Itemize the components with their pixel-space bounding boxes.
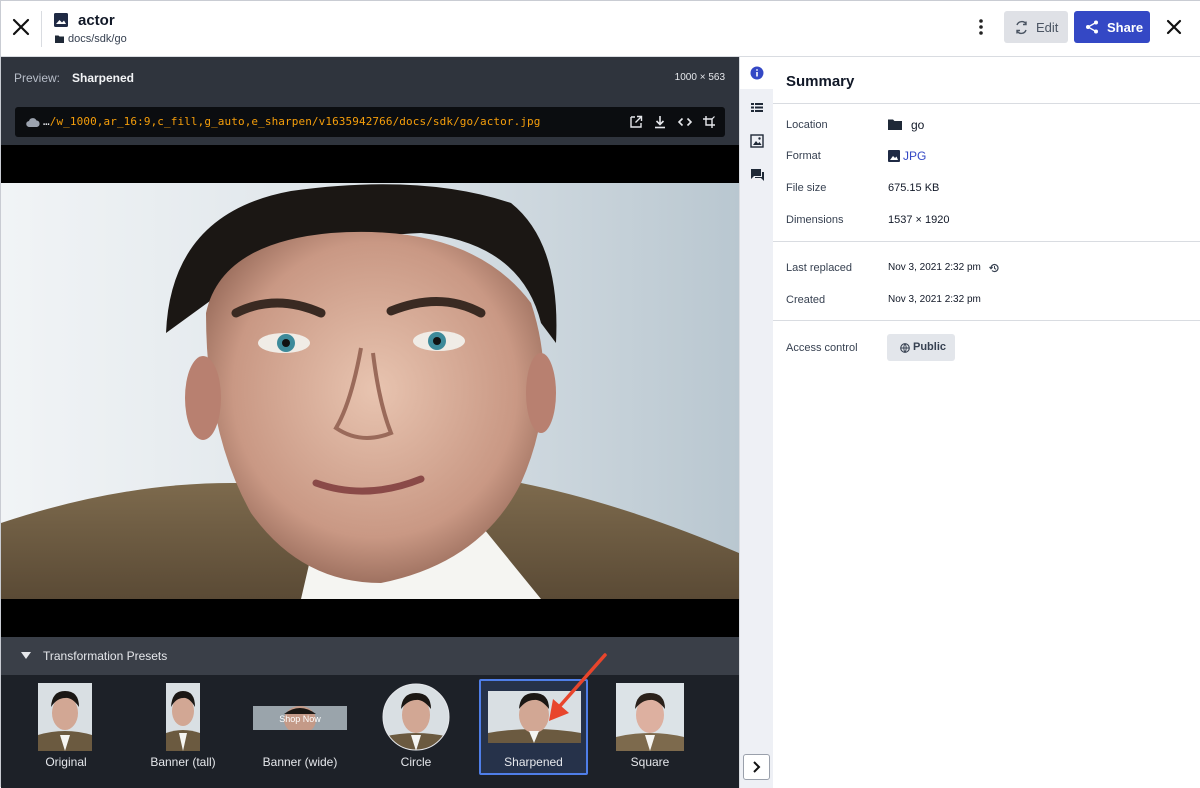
share-icon	[1086, 20, 1098, 34]
image-analysis-icon	[750, 134, 764, 148]
folder-icon	[55, 35, 64, 43]
preset-thumbnail	[38, 683, 92, 751]
url-prefix: …	[43, 115, 50, 128]
header-bar: actor docs/sdk/go Edit Share	[1, 1, 1200, 57]
created-value: Nov 3, 2021 2:32 pm	[888, 294, 981, 305]
cloud-icon	[26, 118, 40, 127]
preset-label: Banner (wide)	[262, 755, 338, 769]
chevron-right-icon	[753, 761, 761, 773]
asset-path: docs/sdk/go	[68, 33, 127, 45]
edit-button[interactable]: Edit	[1004, 11, 1068, 43]
preset-label: Sharpened	[504, 755, 563, 769]
preview-preset-name: Sharpened	[72, 71, 135, 85]
tab-comments[interactable]	[740, 159, 774, 191]
last-replaced-label: Last replaced	[786, 262, 853, 274]
divider	[773, 320, 1200, 321]
caret-down-icon	[21, 652, 31, 659]
share-button[interactable]: Share	[1074, 11, 1150, 43]
access-value: Public	[913, 341, 947, 353]
preview-image	[1, 183, 739, 599]
preview-label: Preview:	[14, 71, 61, 85]
comments-icon	[751, 169, 764, 181]
preset-thumbnail	[616, 683, 684, 751]
share-label: Share	[1107, 20, 1144, 35]
presets-title: Transformation Presets	[43, 649, 168, 663]
code-icon[interactable]	[677, 114, 693, 130]
app-frame: actor docs/sdk/go Edit Share Preview: Sh…	[0, 0, 1200, 788]
last-replaced-value: Nov 3, 2021 2:32 pm	[888, 262, 981, 273]
divider	[773, 241, 1200, 242]
filesize-value: 675.15 KB	[888, 182, 940, 194]
asset-title: actor	[78, 12, 115, 29]
divider	[773, 103, 1200, 104]
header-divider	[41, 11, 42, 47]
preset-thumbnail: Shop Now	[253, 706, 347, 730]
crop-icon[interactable]	[701, 114, 717, 130]
preview-toolbar: Preview: Sharpened 1000 × 563	[1, 57, 739, 99]
preset-label: Square	[630, 755, 670, 769]
filesize-label: File size	[786, 182, 827, 194]
access-public-chip[interactable]: Public	[887, 334, 955, 361]
image-format-icon	[888, 150, 900, 162]
tab-metadata[interactable]	[740, 91, 774, 123]
more-options-icon[interactable]	[971, 17, 991, 37]
format-label: Format	[786, 150, 821, 162]
created-label: Created	[786, 294, 826, 306]
preset-thumbnail	[166, 683, 200, 751]
expand-panel-button[interactable]	[743, 754, 770, 780]
preview-pane: Preview: Sharpened 1000 × 563 …/w_1000,a…	[1, 57, 739, 788]
preset-label: Original	[45, 755, 87, 769]
tab-image-analysis[interactable]	[740, 125, 774, 157]
summary-title: Summary	[786, 73, 855, 90]
preset-thumbnail	[382, 683, 450, 751]
location-value[interactable]: go	[911, 118, 924, 132]
preset-banner-tall[interactable]: Banner (tall)	[142, 677, 224, 775]
access-control-label: Access control	[786, 342, 858, 354]
info-icon	[750, 66, 764, 80]
dimensions-value: 1537 × 1920	[888, 214, 950, 226]
url-strip: …/w_1000,ar_16:9,c_fill,g_auto,e_sharpen…	[1, 99, 739, 145]
presets-header[interactable]: Transformation Presets	[1, 637, 739, 675]
annotation-arrow-icon	[549, 653, 607, 721]
image-canvas	[1, 145, 739, 637]
banner-overlay-text: Shop Now	[279, 714, 321, 724]
image-icon	[54, 13, 68, 27]
list-icon	[751, 103, 763, 112]
delivery-url-field[interactable]: …/w_1000,ar_16:9,c_fill,g_auto,e_sharpen…	[15, 107, 725, 137]
close-icon[interactable]	[9, 15, 33, 39]
preset-original[interactable]: Original	[26, 677, 106, 775]
tab-summary[interactable]	[740, 57, 774, 89]
download-icon[interactable]	[652, 114, 668, 130]
history-icon[interactable]	[989, 263, 999, 273]
side-tab-rail	[739, 57, 774, 788]
edit-icon	[1016, 20, 1027, 35]
preset-label: Banner (tall)	[150, 755, 216, 769]
folder-icon	[888, 119, 902, 130]
summary-panel: Summary Location go Format JPG File size…	[773, 57, 1200, 788]
dimensions-label: Dimensions	[786, 214, 844, 226]
format-value: JPG	[903, 149, 927, 163]
preview-dimensions: 1000 × 563	[674, 72, 725, 83]
url-path: /w_1000,ar_16:9,c_fill,g_auto,e_sharpen/…	[49, 115, 541, 128]
delivery-url: …/w_1000,ar_16:9,c_fill,g_auto,e_sharpen…	[43, 115, 540, 128]
preset-square[interactable]: Square	[613, 677, 687, 775]
preset-banner-wide[interactable]: Shop Now Banner (wide)	[251, 677, 349, 775]
location-label: Location	[786, 119, 828, 131]
edit-label: Edit	[1036, 20, 1059, 35]
preset-label: Circle	[400, 755, 432, 769]
presets-list: Original Banner (tall) Shop Now Banner (…	[1, 675, 739, 788]
preset-circle[interactable]: Circle	[379, 677, 453, 775]
open-external-icon[interactable]	[628, 114, 644, 130]
globe-icon	[900, 343, 910, 353]
close-panel-icon[interactable]	[1162, 15, 1186, 39]
